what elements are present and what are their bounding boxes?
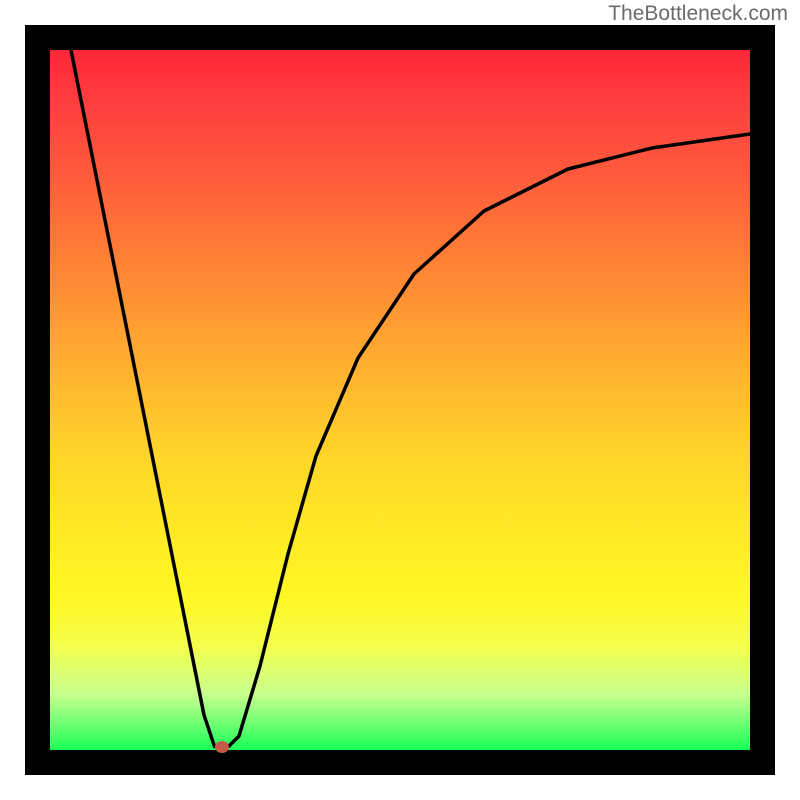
plot-gradient-background [50, 50, 750, 750]
bottleneck-curve [50, 50, 750, 750]
optimum-marker [215, 741, 229, 753]
watermark-text: TheBottleneck.com [608, 2, 788, 26]
chart-frame [25, 25, 775, 775]
